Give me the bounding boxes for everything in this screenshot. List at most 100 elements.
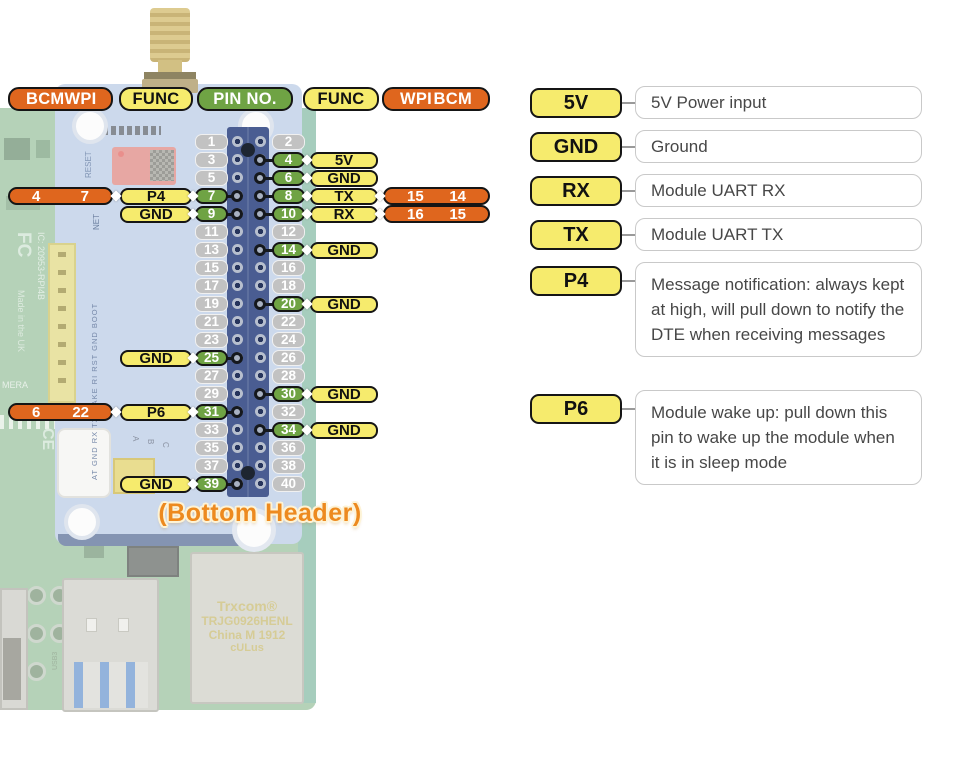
sma-connector — [150, 8, 190, 62]
pin-number-left: 29 — [195, 386, 228, 402]
screw-hole — [241, 466, 255, 480]
pin-number-right: 14 — [272, 242, 305, 258]
pin-number-right: 20 — [272, 296, 305, 312]
pad — [27, 662, 46, 681]
ethernet-label: Trxcom® TRJG0926HENL China M 1912 cULus — [192, 598, 302, 654]
legend-row: GND Ground — [530, 130, 922, 163]
pin-hole — [255, 226, 266, 237]
bcm-right-value: 14 — [449, 189, 466, 204]
func-left-pill: GND — [120, 206, 192, 223]
pin-number-left: 1 — [195, 134, 228, 150]
pin-ring — [254, 208, 266, 220]
jumper-label: B — [146, 439, 155, 444]
pinout-diagram: Trxcom® TRJG0926HENL China M 1912 cULus … — [0, 0, 960, 760]
legend-key-pill: GND — [530, 132, 622, 162]
pin-number-right: 38 — [272, 458, 305, 474]
pin-number-left: 15 — [195, 260, 228, 276]
pin-hole — [232, 154, 243, 165]
wpi-right-value: 15 — [407, 189, 424, 204]
legend-connector-line — [622, 190, 635, 192]
pin-hole — [255, 334, 266, 345]
usb3-silkscreen: USB3 — [52, 652, 59, 670]
hat-edge-silkscreen: AT GND RX TX WAKE RI RST GND BOOT — [90, 303, 99, 480]
bcm-left-value: 6 — [32, 405, 40, 420]
pin-number-right: 40 — [272, 476, 305, 492]
pin-number-left: 25 — [195, 350, 228, 366]
legend-key-pill: TX — [530, 220, 622, 250]
pin-hole — [232, 298, 243, 309]
chip — [127, 546, 179, 577]
header-wpi-left-label: WPI — [64, 91, 96, 108]
legend-key-pill: RX — [530, 176, 622, 206]
pin-hole — [255, 370, 266, 381]
pin-number-left: 19 — [195, 296, 228, 312]
pin-number-right: 28 — [272, 368, 305, 384]
component — [36, 140, 50, 158]
pin-ring — [254, 190, 266, 202]
header-bcm-wpi-left: BCM WPI — [8, 87, 113, 111]
fcc-mark: FC — [12, 232, 34, 257]
pin-hole — [232, 370, 243, 381]
pin-number-left: 17 — [195, 278, 228, 294]
legend-connector-line — [622, 408, 635, 410]
screw-hole — [241, 143, 255, 157]
pad — [27, 624, 46, 643]
pin-ring — [254, 154, 266, 166]
pin-hole — [255, 460, 266, 471]
pin-number-right: 10 — [272, 206, 305, 222]
pad — [27, 586, 46, 605]
net-silkscreen: NET — [92, 214, 101, 230]
pin-hole — [232, 262, 243, 273]
mounting-hole — [72, 108, 108, 144]
ce-mark: CE — [38, 428, 56, 450]
pin-number-right: 12 — [272, 224, 305, 240]
func-right-pill: GND — [310, 242, 378, 259]
legend-row: P6Module wake up: pull down this pin to … — [530, 390, 922, 485]
legend-description: 5V Power input — [635, 86, 922, 119]
header-bcm-left-label: BCM — [26, 91, 64, 108]
wpi-left-value: 7 — [81, 189, 89, 204]
pin-number-right: 26 — [272, 350, 305, 366]
pin-number-left: 9 — [195, 206, 228, 222]
bottom-header-caption: (Bottom Header) — [148, 499, 372, 528]
pin-ring — [231, 406, 243, 418]
camera-silkscreen: MERA — [2, 380, 28, 390]
pin-number-right: 22 — [272, 314, 305, 330]
pin-ring — [231, 352, 243, 364]
func-left-pill: GND — [120, 350, 192, 367]
func-right-pill: GND — [310, 386, 378, 403]
legend-connector-line — [622, 102, 635, 104]
func-right-pill: GND — [310, 422, 378, 439]
pin-number-left: 23 — [195, 332, 228, 348]
pin-ring — [231, 208, 243, 220]
pin-ring — [231, 478, 243, 490]
header-pin-no: PIN NO. — [197, 87, 293, 111]
pin-number-left: 33 — [195, 422, 228, 438]
legend-key-pill: P4 — [530, 266, 622, 296]
func-right-pill: GND — [310, 296, 378, 313]
func-left-pill: P4 — [120, 188, 192, 205]
component — [84, 546, 104, 558]
pin-number-right: 30 — [272, 386, 305, 402]
pin-hole — [232, 172, 243, 183]
pin-number-right: 18 — [272, 278, 305, 294]
ethernet-brand: Trxcom® — [192, 598, 302, 614]
legend-description: Ground — [635, 130, 922, 163]
pin-number-left: 7 — [195, 188, 228, 204]
made-in-silkscreen: Made in the UK — [16, 290, 26, 352]
module-shield — [150, 150, 174, 181]
legend-description: Module UART RX — [635, 174, 922, 207]
legend-description: Message notification: always kept at hig… — [635, 262, 922, 357]
legend-connector-line — [622, 146, 635, 148]
pin-ring — [254, 424, 266, 436]
pin-hole — [232, 226, 243, 237]
wpi-left-value: 22 — [72, 405, 89, 420]
pin-number-right: 36 — [272, 440, 305, 456]
usb-peg — [86, 618, 97, 632]
legend-description: Module UART TX — [635, 218, 922, 251]
ethernet-model: TRJG0926HENL — [192, 614, 302, 628]
ic-silkscreen: IC: 20953-RPI4B — [36, 232, 46, 300]
pin-hole — [232, 424, 243, 435]
func-right-pill: RX — [310, 206, 378, 223]
legend-connector-line — [622, 234, 635, 236]
